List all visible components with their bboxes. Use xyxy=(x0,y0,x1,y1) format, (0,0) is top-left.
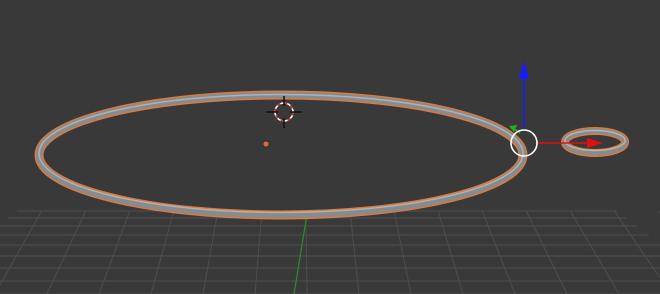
gizmo-z-arrow-icon[interactable] xyxy=(519,61,529,79)
crosshair-icon[interactable] xyxy=(266,96,302,128)
floor-grid-line xyxy=(150,210,175,294)
floor-grid-line xyxy=(46,210,87,294)
floor-grid xyxy=(0,210,660,294)
floor-grid-line xyxy=(437,210,464,294)
floor-grid-line xyxy=(569,210,620,294)
floor-grid-line xyxy=(349,210,360,294)
3d-viewport[interactable] xyxy=(0,0,660,294)
floor-grid-line xyxy=(613,210,660,279)
viewport-canvas[interactable] xyxy=(0,0,660,294)
floor-grid-line xyxy=(525,210,568,294)
floor-grid-line xyxy=(393,210,412,294)
floor-grid-line xyxy=(305,210,308,294)
floor-grid-line xyxy=(98,210,131,294)
floor-grid-line xyxy=(254,210,263,294)
object-origin-dot[interactable] xyxy=(262,140,270,148)
large-torus-object[interactable] xyxy=(34,90,528,220)
floor-grid-line xyxy=(202,210,219,294)
gizmo-x-arrow-icon[interactable] xyxy=(587,138,603,148)
floor-grid-line xyxy=(0,210,42,287)
large-torus-body xyxy=(35,91,527,219)
translate-gizmo[interactable] xyxy=(509,61,603,157)
floor-grid-line xyxy=(481,210,516,294)
